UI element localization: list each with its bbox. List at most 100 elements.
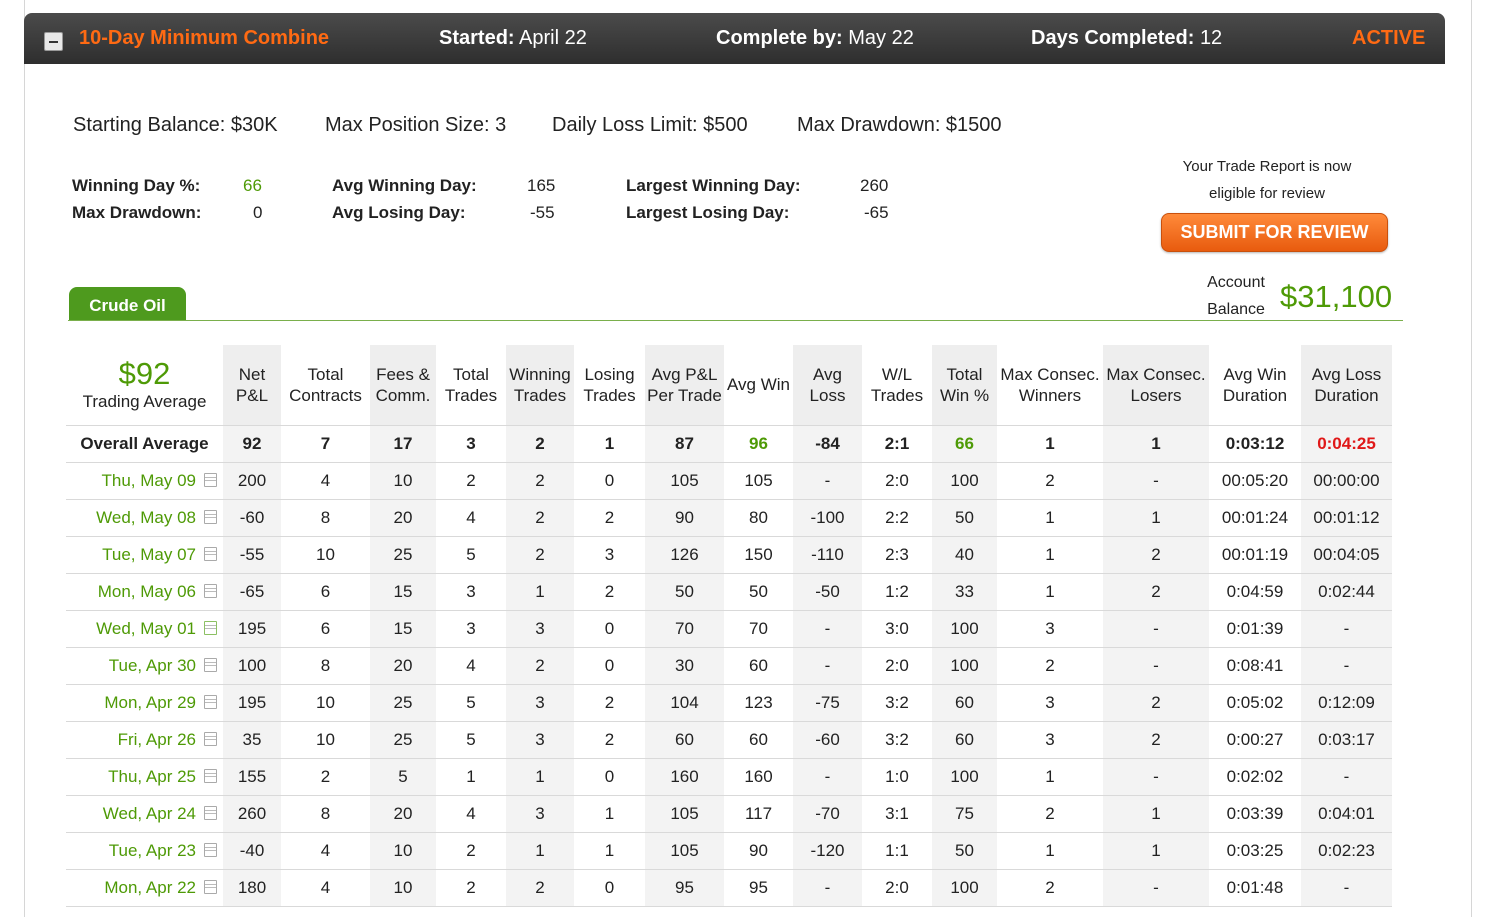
- table-cell: -120: [793, 832, 862, 870]
- collapse-toggle-icon[interactable]: [44, 32, 63, 51]
- trade-report-icon[interactable]: [204, 657, 217, 672]
- day-date-link[interactable]: Tue, May 07: [102, 545, 196, 564]
- table-cell: 00:00:00: [1301, 462, 1392, 500]
- table-cell: 7: [281, 424, 370, 463]
- table-row: Thu, May 09 200 4 10 2 2 0 105 105-2:0 100 2-00:05…: [66, 462, 1392, 500]
- table-cell: 66: [932, 424, 997, 463]
- trade-report-icon[interactable]: [204, 620, 217, 635]
- table-cell: 1: [506, 573, 574, 611]
- table-cell: 1: [997, 424, 1103, 463]
- table-cell: 00:01:19: [1209, 536, 1301, 574]
- table-cell: 20: [370, 647, 436, 685]
- day-date-link[interactable]: Wed, May 01: [96, 619, 196, 638]
- table-cell: 0: [574, 610, 645, 648]
- table-cell: 1: [574, 424, 645, 463]
- table-cell: 2: [997, 795, 1103, 833]
- trade-report-icon[interactable]: [204, 546, 217, 561]
- table-cell: 20: [370, 795, 436, 833]
- table-cell: 2: [1103, 684, 1209, 722]
- table-cell: -110: [793, 536, 862, 574]
- table-cell: 90: [645, 499, 724, 537]
- day-date-link[interactable]: Mon, Apr 29: [104, 693, 196, 712]
- tab-crude-oil[interactable]: Crude Oil: [69, 287, 186, 320]
- table-cell: 180: [223, 869, 281, 907]
- table-cell: 3: [574, 536, 645, 574]
- table-cell: 60: [645, 721, 724, 759]
- day-date-link[interactable]: Thu, May 09: [102, 471, 197, 490]
- table-cell: 3: [506, 721, 574, 759]
- table-cell: 87: [645, 424, 724, 463]
- days-completed-info: Days Completed: 12: [1031, 27, 1222, 50]
- day-date-link[interactable]: Wed, May 08: [96, 508, 196, 527]
- largest-losing-day-value: -65: [864, 203, 889, 222]
- started-info: Started: April 22: [439, 27, 587, 50]
- table-cell: 0:04:01: [1301, 795, 1392, 833]
- table-cell: 1:1: [862, 832, 932, 870]
- table-cell: 150: [724, 536, 793, 574]
- table-cell: 15: [370, 610, 436, 648]
- table-cell: 4: [436, 647, 506, 685]
- account-balance-label-1: Account: [1207, 274, 1265, 291]
- complete-label: Complete by:: [716, 27, 843, 49]
- table-cell: 0:04:25: [1301, 424, 1392, 463]
- trade-report-icon[interactable]: [204, 842, 217, 857]
- trade-report-icon[interactable]: [204, 472, 217, 487]
- trade-report-icon[interactable]: [204, 768, 217, 783]
- trade-report-icon[interactable]: [204, 694, 217, 709]
- max-position-size: Max Position Size: 3: [325, 114, 507, 136]
- column-header: Avg Loss Duration: [1301, 345, 1392, 425]
- trade-report-icon[interactable]: [204, 805, 217, 820]
- table-cell: 4: [436, 795, 506, 833]
- table-cell: -70: [793, 795, 862, 833]
- table-cell: 10: [370, 832, 436, 870]
- table-cell: 195: [223, 610, 281, 648]
- table-cell: -: [1103, 610, 1209, 648]
- days-value: 12: [1199, 27, 1223, 49]
- table-cell: 8: [281, 795, 370, 833]
- table-cell: 195: [223, 684, 281, 722]
- table-cell: 1: [1103, 424, 1209, 463]
- day-date-link[interactable]: Thu, Apr 25: [108, 767, 196, 786]
- account-balance-label-2: Balance: [1207, 301, 1265, 318]
- table-cell: 1: [1103, 795, 1209, 833]
- table-row: Fri, Apr 26 35 10 25 5 3 2 60 60 -60 3:2 60 3 2 0:00:2…: [66, 721, 1392, 759]
- column-header: Max Consec. Losers: [1103, 345, 1209, 425]
- column-header: Winning Trades: [506, 345, 574, 425]
- table-cell: 8: [281, 647, 370, 685]
- day-date-link[interactable]: Mon, Apr 22: [104, 878, 196, 897]
- trade-report-icon[interactable]: [204, 731, 217, 746]
- table-cell: -75: [793, 684, 862, 722]
- table-row: Wed, May 01 195 6 15 3 3 0 70 70-3:0 100 3-0:01:39…: [66, 610, 1392, 648]
- day-date-link[interactable]: Tue, Apr 30: [109, 656, 196, 675]
- table-cell: 35: [223, 721, 281, 759]
- table-cell: 117: [724, 795, 793, 833]
- table-cell: 1:2: [862, 573, 932, 611]
- trade-report-icon[interactable]: [204, 583, 217, 598]
- table-cell: 2:2: [862, 499, 932, 537]
- table-cell: 6: [281, 610, 370, 648]
- trade-report-icon[interactable]: [204, 879, 217, 894]
- table-cell: 1: [997, 536, 1103, 574]
- table-cell: 0:03:39: [1209, 795, 1301, 833]
- table-cell: 0:03:17: [1301, 721, 1392, 759]
- submit-for-review-button[interactable]: SUBMIT FOR REVIEW: [1161, 213, 1388, 252]
- day-date-link[interactable]: Mon, May 06: [98, 582, 196, 601]
- day-date-link[interactable]: Fri, Apr 26: [118, 730, 196, 749]
- table-cell: 1: [506, 832, 574, 870]
- table-cell: 2: [506, 647, 574, 685]
- table-cell: 0: [574, 758, 645, 796]
- table-row: Tue, Apr 30 100 8 20 4 2 0 30 60-2:0 100 2-0:08:41…: [66, 647, 1392, 685]
- table-cell: 3:2: [862, 721, 932, 759]
- day-date-link[interactable]: Wed, Apr 24: [103, 804, 196, 823]
- table-cell: 4: [281, 462, 370, 500]
- table-cell: 25: [370, 721, 436, 759]
- table-cell: 3: [436, 424, 506, 463]
- trade-report-icon[interactable]: [204, 509, 217, 524]
- table-cell: 2:3: [862, 536, 932, 574]
- table-cell: -60: [793, 721, 862, 759]
- day-cell: Thu, Apr 25: [66, 758, 223, 796]
- column-header: Total Win %: [932, 345, 997, 425]
- table-cell: 2: [436, 869, 506, 907]
- day-date-link[interactable]: Tue, Apr 23: [109, 841, 196, 860]
- day-cell: Fri, Apr 26: [66, 721, 223, 759]
